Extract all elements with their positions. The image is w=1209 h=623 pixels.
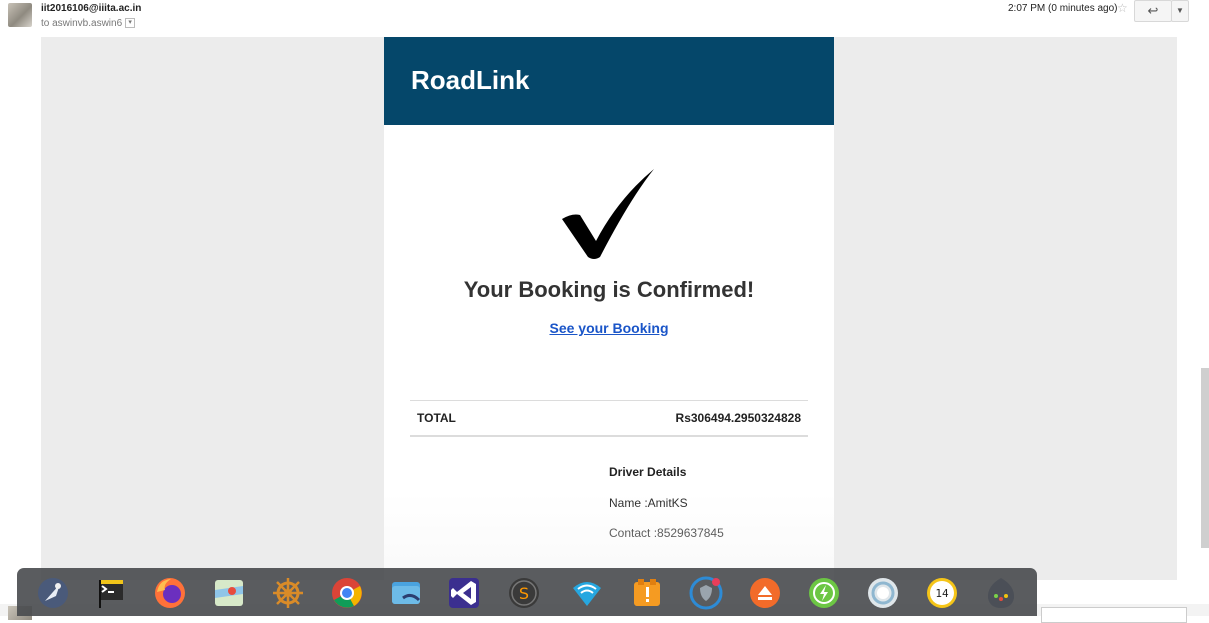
confirmation-heading: Your Booking is Confirmed! [463,277,755,302]
wifi-icon[interactable] [570,576,604,610]
driver-details: Driver Details Name :AmitKS Contact :852… [609,465,724,556]
driver-contact: Contact :8529637845 [609,526,724,540]
email-card: RoadLink Your Booking is Confirmed! See … [384,37,834,580]
security-icon[interactable] [689,576,723,610]
total-value: Rs306494.2950324828 [675,411,801,425]
clock-icon[interactable]: 14 [925,576,959,610]
archive-warning-icon[interactable] [630,576,664,610]
maps-icon[interactable] [212,576,246,610]
checkmark-icon [562,169,654,259]
total-label: TOTAL [417,411,456,425]
recipient-details-icon[interactable]: ▾ [125,18,136,29]
terminal-icon[interactable] [94,576,128,610]
chevron-down-icon: ▼ [1176,6,1184,15]
helm-icon[interactable] [271,576,305,610]
svg-text:14: 14 [935,587,949,600]
files-icon[interactable] [389,576,423,610]
scrollbar-thumb[interactable] [1201,368,1209,548]
launcher-icon[interactable] [36,576,70,610]
sender-email[interactable]: iit2016106@iiita.ac.in [41,3,141,14]
sublime-icon[interactable]: S [507,576,541,610]
message-time: 2:07 PM (0 minutes ago) [1008,3,1118,14]
more-options-button[interactable]: ▼ [1171,0,1189,22]
recipient-line: to aswinvb.aswin6 ▾ [41,18,136,29]
driver-name: Name :AmitKS [609,496,688,510]
svg-text:S: S [519,584,529,603]
sender-avatar[interactable] [8,3,32,27]
visual-studio-icon[interactable] [447,576,481,610]
app-dock: S 14 [17,568,1037,616]
reply-box[interactable] [1041,607,1187,623]
see-booking-link[interactable]: See your Booking [384,320,834,336]
brand-title: RoadLink [411,65,530,95]
circle-app-icon[interactable] [866,576,900,610]
anaconda-icon[interactable] [984,576,1018,610]
chrome-icon[interactable] [330,576,364,610]
reply-button[interactable]: ↩ [1134,0,1172,22]
recipient-text: to aswinvb.aswin6 [41,18,123,29]
reply-icon: ↩ [1147,3,1159,18]
mail-header: iit2016106@iiita.ac.in to aswinvb.aswin6… [0,0,1209,36]
star-icon[interactable]: ☆ [1117,1,1128,15]
firefox-icon[interactable] [153,576,187,610]
eject-icon[interactable] [748,576,782,610]
brand-header: RoadLink [384,37,834,125]
total-row: TOTAL Rs306494.2950324828 [410,400,808,437]
power-icon[interactable] [807,576,841,610]
driver-details-heading: Driver Details [609,465,687,479]
